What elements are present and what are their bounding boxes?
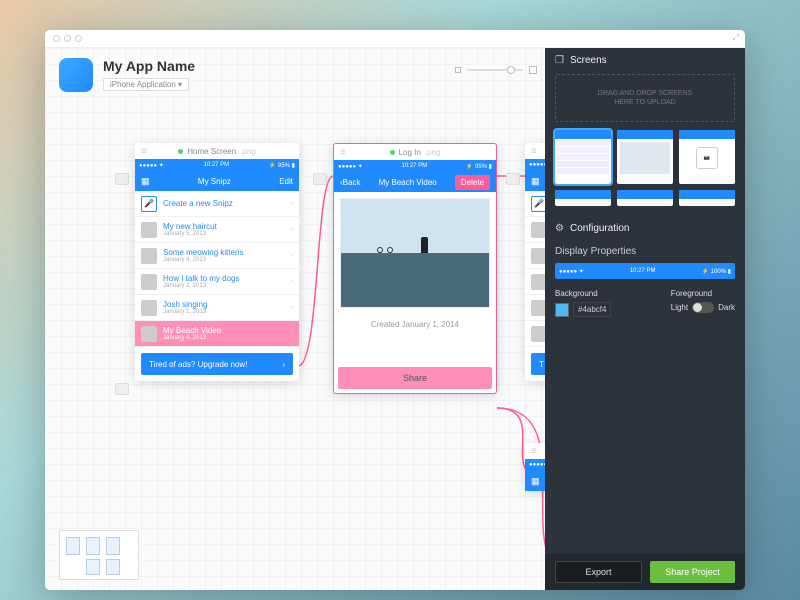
connector-node[interactable]	[506, 173, 520, 185]
avatar	[141, 326, 157, 342]
window-max-icon[interactable]	[75, 35, 82, 42]
artboard-ext: .png	[425, 148, 441, 157]
connector-node[interactable]	[115, 173, 129, 185]
avatar	[141, 248, 157, 264]
connector-node[interactable]	[115, 383, 129, 395]
list-item[interactable]: 🎤Create a new Snipz›	[135, 191, 299, 217]
zoom-in-icon[interactable]	[529, 66, 537, 74]
artboard-title: Log In	[399, 148, 421, 157]
config-panel-header[interactable]: ⚙Configuration	[545, 216, 745, 240]
avatar	[141, 300, 157, 316]
screen-thumb[interactable]	[617, 190, 673, 206]
status-dot-icon	[178, 149, 183, 154]
delete-button[interactable]: Delete	[455, 175, 490, 190]
preview-statusbar: ●●●●● ✦ 10:27 PM ⚡ 100% ▮	[555, 263, 735, 279]
layers-icon: ❐	[555, 55, 564, 66]
minimap[interactable]	[59, 530, 139, 580]
avatar	[141, 222, 157, 238]
light-label: Light	[671, 303, 688, 312]
gear-icon: ⚙	[555, 223, 564, 234]
grid-icon[interactable]: ▦	[141, 176, 150, 187]
share-button[interactable]: Share	[338, 367, 492, 389]
window-min-icon[interactable]	[64, 35, 71, 42]
chevron-right-icon: ›	[291, 226, 293, 233]
foreground-label: Foreground	[671, 289, 735, 298]
share-project-button[interactable]: Share Project	[650, 561, 735, 583]
inspector-sidebar: ❐Screens DRAG AND DROP SCREENS HERE TO U…	[545, 48, 745, 590]
resize-handle-icon[interactable]: ⤢	[733, 34, 739, 42]
mic-icon: 🎤	[141, 196, 157, 212]
display-properties-label: Display Properties	[555, 246, 735, 257]
artboard-peek[interactable]: ≡ ●●●●● ▦ 🎤 T›	[525, 143, 545, 381]
ios-statusbar: ●●●●● ✦ 10:27 PM ⚡ 95% ▮	[334, 160, 496, 172]
app-window: ⤢ My App Name iPhone Application ▾	[45, 30, 745, 590]
edit-button[interactable]: Edit	[279, 177, 293, 186]
artboard-tab[interactable]: ≡ Log In .png	[334, 144, 496, 160]
zoom-slider[interactable]	[467, 69, 523, 71]
screen-thumbnails: 📷	[545, 130, 745, 216]
avatar	[141, 274, 157, 290]
chevron-right-icon: ›	[291, 252, 293, 259]
sidebar-footer: Export Share Project	[545, 554, 745, 590]
project-header: My App Name iPhone Application ▾	[59, 58, 195, 92]
artboard-tab[interactable]: ≡ Home Screen .png	[135, 143, 299, 159]
app-platform-select[interactable]: iPhone Application ▾	[103, 78, 189, 91]
ios-navbar: ▦ My Snipz Edit	[135, 171, 299, 191]
drag-handle-icon[interactable]: ≡	[340, 147, 346, 158]
ios-navbar: ‹Back My Beach Video Delete	[334, 172, 496, 192]
artboard-ext: .png	[240, 147, 256, 156]
color-swatch[interactable]	[555, 303, 569, 317]
photo-preview	[340, 198, 490, 308]
chevron-right-icon: ›	[291, 304, 293, 311]
list-item-selected[interactable]: My Beach VideoJanuary 4, 2013›	[135, 321, 299, 347]
list-item[interactable]: How I talk to my dogsJanuary 2, 2013›	[135, 269, 299, 295]
screen-thumb[interactable]	[617, 130, 673, 184]
list-item[interactable]: Josh singingJanuary 1, 2013›	[135, 295, 299, 321]
export-button[interactable]: Export	[555, 561, 642, 583]
screen-thumb[interactable]	[555, 190, 611, 206]
artboard-title: Home Screen	[187, 147, 236, 156]
artboard-login[interactable]: ≡ Log In .png ●●●●● ✦ 10:27 PM ⚡ 95% ▮ ‹B…	[333, 143, 497, 394]
app-name[interactable]: My App Name	[103, 58, 195, 74]
chevron-right-icon: ›	[291, 278, 293, 285]
artboard-peek[interactable]: ≡ ●●●●● ▦	[525, 443, 545, 491]
navbar-title: My Snipz	[198, 177, 231, 186]
screen-thumb[interactable]: 📷	[679, 130, 735, 184]
ios-statusbar: ●●●●● ✦ 10:27 PM ⚡ 95% ▮	[135, 159, 299, 171]
list-item[interactable]: My new haircutJanuary 5, 2013›	[135, 217, 299, 243]
status-dot-icon	[390, 150, 395, 155]
zoom-control[interactable]	[455, 66, 537, 74]
artboard-home[interactable]: ≡ Home Screen .png ●●●●● ✦ 10:27 PM ⚡ 95%…	[135, 143, 299, 381]
dark-label: Dark	[718, 303, 735, 312]
hex-input[interactable]: #4abcf4	[573, 302, 611, 317]
drag-handle-icon[interactable]: ≡	[141, 146, 147, 157]
connector-node[interactable]	[313, 173, 327, 185]
app-icon[interactable]	[59, 58, 93, 92]
foreground-toggle[interactable]	[692, 302, 714, 313]
screens-panel-header[interactable]: ❐Screens	[545, 48, 745, 72]
screen-thumb[interactable]	[679, 190, 735, 206]
upload-dropzone[interactable]: DRAG AND DROP SCREENS HERE TO UPLOAD	[555, 74, 735, 122]
window-close-icon[interactable]	[53, 35, 60, 42]
banner-ad[interactable]: Tired of ads? Upgrade now!›	[141, 353, 293, 375]
background-label: Background	[555, 289, 611, 298]
chevron-right-icon: ›	[291, 330, 293, 337]
chevron-right-icon: ›	[282, 360, 285, 369]
canvas[interactable]: My App Name iPhone Application ▾ ≡ Home …	[45, 48, 545, 590]
navbar-title: My Beach Video	[379, 178, 437, 187]
list-item[interactable]: Some meowing kittensJanuary 4, 2013›	[135, 243, 299, 269]
chevron-right-icon: ›	[291, 200, 293, 207]
back-button[interactable]: ‹Back	[340, 178, 360, 187]
screen-thumb[interactable]	[555, 130, 611, 184]
window-titlebar: ⤢	[45, 30, 745, 48]
zoom-out-icon[interactable]	[455, 67, 461, 73]
created-label: Created January 1, 2014	[334, 314, 496, 363]
